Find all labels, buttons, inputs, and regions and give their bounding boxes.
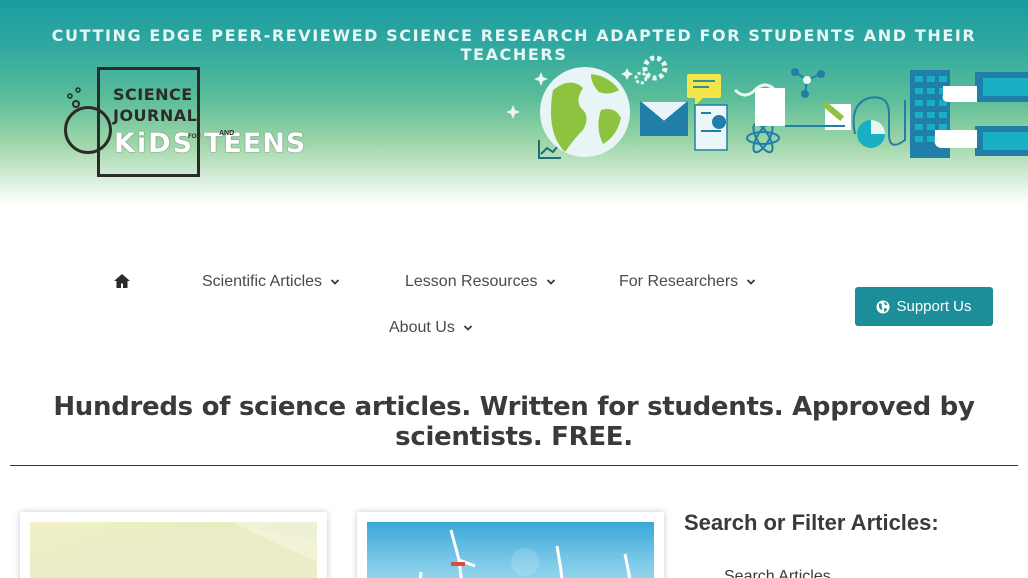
nav-item-label: Lesson Resources [405,273,538,290]
support-us-label: Support Us [896,298,972,315]
nav-item-label: About Us [389,319,455,336]
nav-item-lesson-resources[interactable]: Lesson Resources [405,273,556,291]
logo-text-for: FOR [188,134,201,140]
chevron-down-icon [463,325,472,331]
support-us-button[interactable]: Support Us [855,287,993,326]
nav-item-about-us[interactable]: About Us [389,319,473,337]
flask-icon [64,106,112,154]
science-collage-illustration [506,55,1028,159]
chevron-down-icon [747,279,756,285]
globe-icon [876,300,890,313]
nav-item-label: Scientific Articles [202,273,323,290]
nav-item-scientific-articles[interactable]: Scientific Articles [202,273,340,291]
search-articles-label[interactable]: Search Articles [724,568,831,578]
article-card[interactable] [20,512,327,578]
chevron-down-icon [330,279,340,285]
logo-text-and: AND [219,130,235,137]
nav-item-label: For Researchers [619,273,739,290]
page-headline: Hundreds of science articles. Written fo… [53,392,975,452]
logo-text-kids: KiDS [114,128,195,159]
bubbles-icon [67,87,81,108]
divider [10,465,1018,466]
home-icon[interactable] [113,272,131,290]
article-thumbnail [367,522,654,578]
logo-text-science: SCIENCE [113,85,193,104]
logo-text-journal: JOURNAL [113,106,198,125]
article-thumbnail-art [30,522,317,578]
nav-item-for-researchers[interactable]: For Researchers [619,273,756,291]
article-card[interactable] [357,512,664,578]
header-banner: CUTTING EDGE PEER-REVIEWED SCIENCE RESEA… [0,0,1028,205]
filter-heading: Search or Filter Articles: [684,510,939,535]
article-thumbnail [30,522,317,578]
chevron-down-icon [546,279,555,285]
wind-turbine-art [418,529,631,578]
